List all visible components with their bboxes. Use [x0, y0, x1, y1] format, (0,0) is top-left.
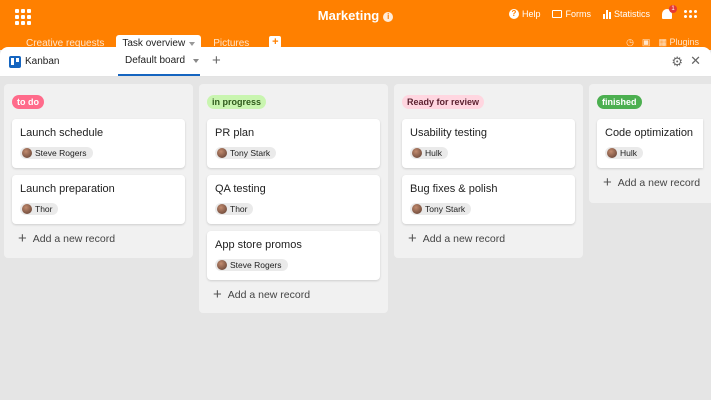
notification-badge: 1	[669, 5, 677, 13]
avatar	[22, 148, 32, 158]
kanban-column-ready-for-review: Ready for review Usability testing Hulk …	[394, 84, 583, 258]
kanban-column-to-do: to do Launch schedule Steve Rogers Launc…	[4, 84, 193, 258]
assignee-chip: Hulk	[410, 147, 449, 159]
active-view-indicator	[118, 74, 200, 76]
assignee-name: Hulk	[620, 148, 638, 158]
more-menu-icon[interactable]	[684, 10, 697, 18]
view-bar: Kanban Default board + ⚙ ✕	[0, 47, 711, 77]
card-title: Code optimization	[605, 127, 694, 139]
avatar	[412, 204, 422, 214]
view-type-label: Kanban	[25, 56, 60, 67]
assignee-name: Hulk	[425, 148, 443, 158]
add-record-label: Add a new record	[422, 233, 506, 245]
avatar	[217, 148, 227, 158]
close-icon[interactable]: ✕	[690, 53, 701, 69]
avatar	[217, 204, 227, 214]
assignee-name: Steve Rogers	[230, 260, 282, 270]
kanban-icon	[9, 56, 21, 68]
assignee-chip: Steve Rogers	[215, 259, 288, 271]
info-icon[interactable]: i	[383, 12, 394, 22]
view-tab-label: Default board	[125, 55, 186, 66]
assignee-chip: Thor	[215, 203, 254, 215]
plus-icon: +	[18, 230, 27, 247]
help-icon: ?	[508, 9, 519, 19]
add-record-button[interactable]: + Add a new record	[402, 230, 575, 247]
statistics-label: Statistics	[613, 9, 650, 19]
card-title: QA testing	[215, 183, 266, 195]
kanban-column-finished: finished Code optimization Hulk + Add a n…	[589, 84, 711, 203]
assignee-name: Steve Rogers	[35, 148, 87, 158]
add-record-label: Add a new record	[617, 177, 701, 189]
forms-button[interactable]: Forms	[552, 9, 591, 19]
statistics-button[interactable]: Statistics	[602, 9, 650, 19]
plus-icon: +	[213, 286, 222, 303]
gear-icon[interactable]: ⚙	[671, 54, 683, 70]
card-title: App store promos	[215, 239, 302, 251]
column-tag: finished	[597, 95, 642, 109]
kanban-card[interactable]: PR plan Tony Stark	[207, 119, 380, 168]
base-title-text: Marketing	[317, 8, 380, 23]
top-bar: Marketing i ? Help Forms Statistics 1 Cre…	[0, 0, 711, 52]
assignee-chip: Steve Rogers	[20, 147, 93, 159]
view-tab-default-board[interactable]: Default board	[125, 55, 200, 66]
assignee-chip: Tony Stark	[215, 147, 277, 159]
avatar	[412, 148, 422, 158]
plugins-icon: ▦	[658, 37, 667, 47]
plus-icon: +	[408, 230, 417, 247]
assignee-name: Tony Stark	[425, 204, 466, 214]
help-label: Help	[521, 9, 541, 19]
notifications-button[interactable]: 1	[662, 5, 677, 19]
top-actions: ? Help Forms Statistics 1	[508, 5, 697, 19]
card-title: Launch schedule	[20, 127, 104, 139]
chevron-down-icon[interactable]	[189, 41, 196, 46]
add-record-label: Add a new record	[32, 233, 116, 245]
kanban-card[interactable]: QA testing Thor	[207, 175, 380, 224]
assignee-name: Tony Stark	[230, 148, 271, 158]
card-title: Bug fixes & polish	[410, 183, 498, 195]
help-button[interactable]: ? Help	[508, 9, 541, 19]
kanban-column-in-progress: in progress PR plan Tony Stark QA testin…	[199, 84, 388, 313]
statistics-icon	[602, 9, 611, 19]
plus-icon: +	[603, 174, 612, 191]
column-tag: in progress	[207, 95, 267, 109]
assignee-name: Thor	[230, 204, 248, 214]
add-view-button[interactable]: +	[212, 52, 221, 69]
card-title: PR plan	[215, 127, 255, 139]
card-title: Usability testing	[410, 127, 488, 139]
add-record-button[interactable]: + Add a new record	[12, 230, 185, 247]
add-record-button[interactable]: + Add a new record	[207, 286, 380, 303]
kanban-card[interactable]: Launch preparation Thor	[12, 175, 185, 224]
avatar	[217, 260, 227, 270]
plugins-label: Plugins	[669, 37, 699, 47]
forms-label: Forms	[565, 9, 591, 19]
avatar	[607, 148, 617, 158]
kanban-card[interactable]: Launch schedule Steve Rogers	[12, 119, 185, 168]
kanban-card[interactable]: Bug fixes & polish Tony Stark	[402, 175, 575, 224]
assignee-chip: Hulk	[605, 147, 644, 159]
chevron-down-icon[interactable]	[193, 58, 200, 63]
assignee-chip: Tony Stark	[410, 203, 472, 215]
add-record-button[interactable]: + Add a new record	[597, 174, 703, 191]
kanban-card[interactable]: App store promos Steve Rogers	[207, 231, 380, 280]
avatar	[22, 204, 32, 214]
kanban-card[interactable]: Usability testing Hulk	[402, 119, 575, 168]
add-record-label: Add a new record	[227, 289, 311, 301]
kanban-card[interactable]: Code optimization Hulk	[597, 119, 703, 168]
column-tag: Ready for review	[402, 95, 485, 109]
assignee-name: Thor	[35, 204, 53, 214]
column-tag: to do	[12, 95, 44, 109]
forms-icon	[552, 10, 563, 18]
card-title: Launch preparation	[20, 183, 115, 195]
assignee-chip: Thor	[20, 203, 59, 215]
